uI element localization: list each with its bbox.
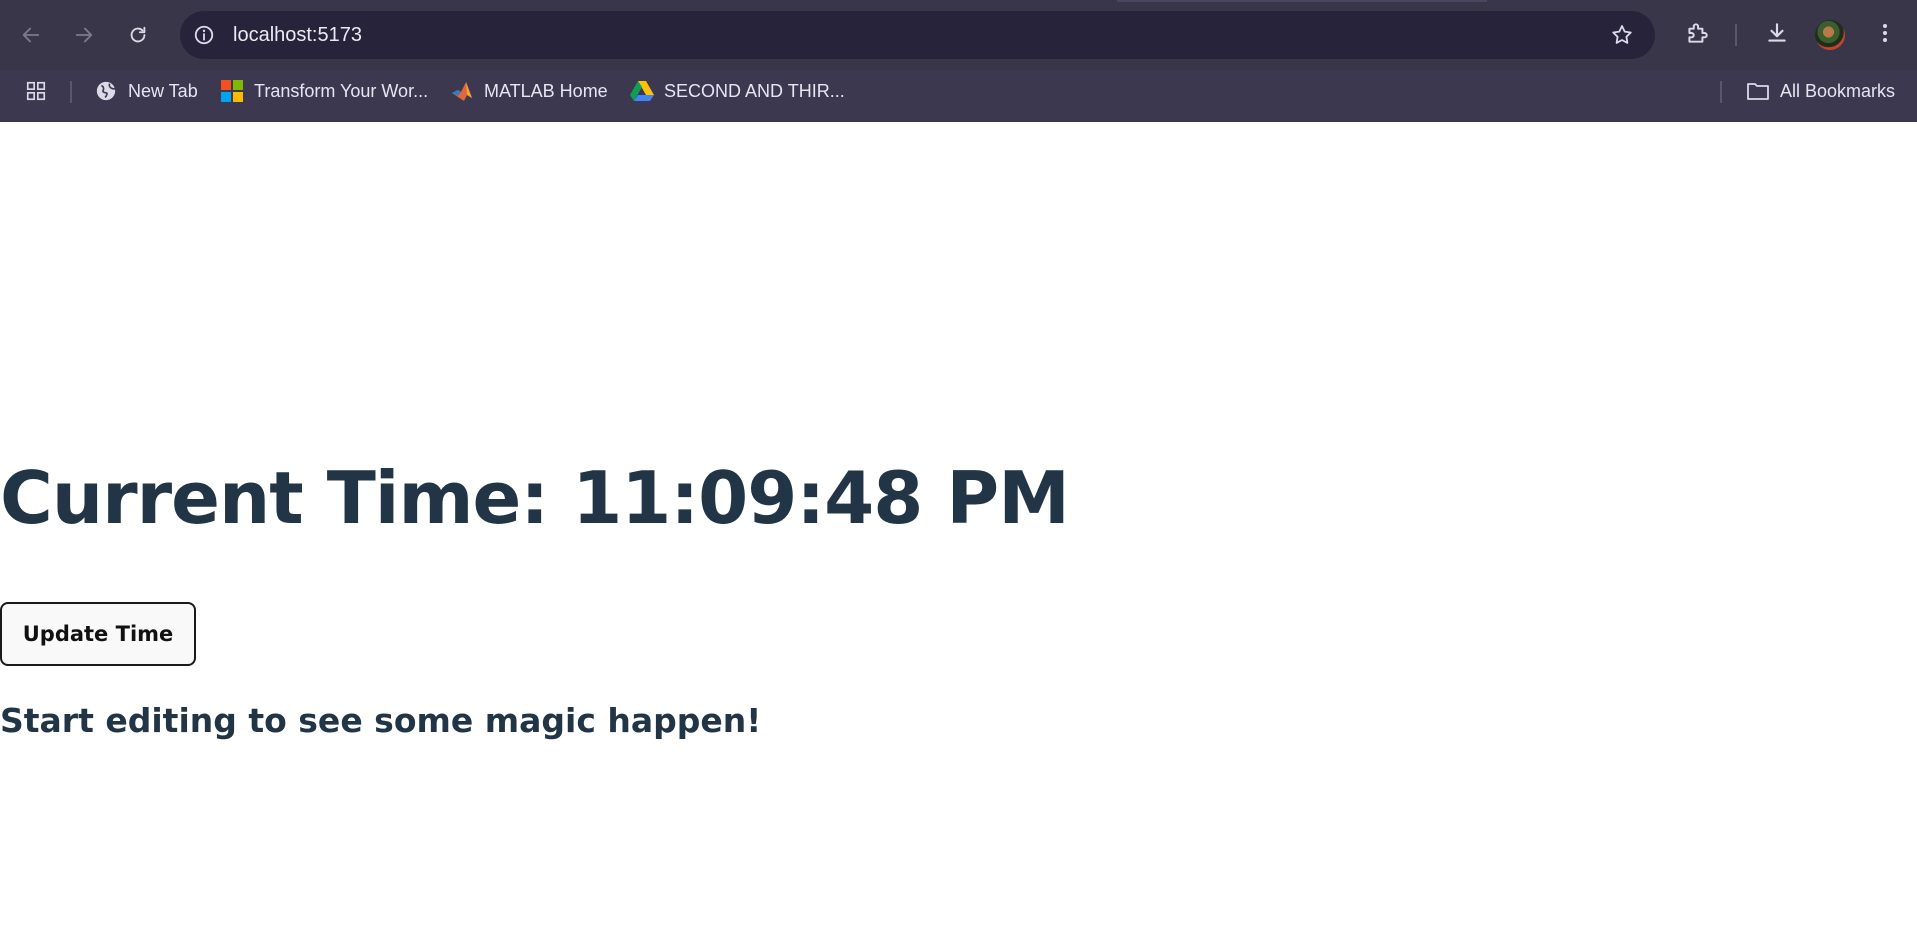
url-text[interactable]: localhost:5173 [233,11,362,59]
bookmark-label: MATLAB Home [484,80,608,101]
info-icon[interactable] [192,23,216,47]
downloads-button[interactable] [1759,17,1795,53]
bookmark-label: New Tab [128,80,198,101]
page-content: Current Time: 11:09:48 PM Update Time St… [0,122,1917,951]
browser-menu-button[interactable] [1867,17,1903,53]
address-bar[interactable]: localhost:5173 [180,11,1655,59]
browser-toolbar: localhost:5173 [0,0,1917,70]
google-drive-icon [630,79,654,103]
download-icon [1764,20,1790,50]
extensions-button[interactable] [1679,17,1715,53]
back-button[interactable] [13,17,49,53]
toolbar-divider [1735,24,1737,46]
bookmark-second-and-third[interactable]: SECOND AND THIR... [630,70,845,112]
bookmarks-divider [70,81,72,103]
bookmarks-divider [1720,81,1722,103]
bookmark-transform-your-work[interactable]: Transform Your Wor... [220,70,428,112]
profile-avatar[interactable] [1815,20,1845,50]
folder-icon [1746,79,1770,103]
microsoft-logo-icon [220,79,244,103]
bookmark-matlab-home[interactable]: MATLAB Home [450,70,608,112]
browser-chrome: localhost:5173 New Tab Transform Your Wo… [0,0,1917,122]
apps-grid-icon [24,79,48,103]
current-time-heading: Current Time: 11:09:48 PM [0,456,1070,540]
bookmark-label: Transform Your Wor... [254,80,429,101]
all-bookmarks-label: All Bookmarks [1780,80,1896,101]
reload-icon [127,24,149,46]
arrow-right-icon [73,24,95,46]
kebab-menu-icon [1873,21,1897,49]
arrow-left-icon [20,24,42,46]
all-bookmarks-button[interactable]: All Bookmarks [1746,70,1895,112]
star-icon[interactable] [1609,22,1635,48]
bookmarks-bar: New Tab Transform Your Wor... MATLAB Hom… [0,70,1917,122]
puzzle-icon [1684,20,1710,50]
tabstrip-edge [1117,0,1487,2]
forward-button[interactable] [66,17,102,53]
bookmark-label: SECOND AND THIR... [664,80,845,101]
update-time-button[interactable]: Update Time [0,602,196,666]
start-editing-text: Start editing to see some magic happen! [0,701,762,740]
apps-button[interactable] [24,70,58,112]
bookmark-new-tab[interactable]: New Tab [94,70,198,112]
globe-icon [94,79,118,103]
reload-button[interactable] [120,17,156,53]
matlab-logo-icon [450,79,474,103]
